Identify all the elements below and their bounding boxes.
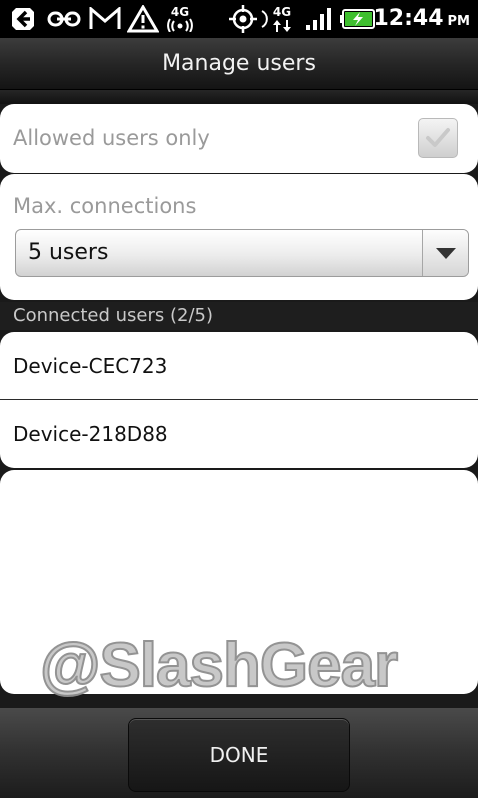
gmail-icon bbox=[88, 4, 122, 34]
connected-users-list: Device-CEC723 Device-218D88 bbox=[0, 332, 478, 468]
chevron-down-icon bbox=[435, 248, 456, 259]
allowed-users-checkbox[interactable] bbox=[418, 118, 458, 158]
network-label-hotspot: 4G bbox=[170, 5, 190, 19]
signal-icon bbox=[304, 4, 334, 34]
clock-time: 12:44 bbox=[373, 6, 444, 31]
battery-charging-icon bbox=[340, 4, 376, 34]
usb-debug-icon bbox=[8, 4, 38, 34]
alert-icon bbox=[126, 4, 160, 34]
done-button-label: DONE bbox=[209, 743, 269, 767]
device-name: Device-218D88 bbox=[13, 422, 168, 446]
clock-ampm: PM bbox=[447, 14, 470, 29]
max-connections-label: Max. connections bbox=[13, 194, 197, 218]
connected-users-header-label: Connected users (2/5) bbox=[13, 305, 214, 326]
status-bar: 4G 4G 12:44 PM bbox=[0, 0, 478, 38]
list-item[interactable]: Device-218D88 bbox=[0, 400, 478, 467]
dropdown-button[interactable] bbox=[422, 230, 468, 276]
max-connections-value: 5 users bbox=[28, 240, 109, 265]
wifi-hotspot-4g-icon: 4G bbox=[164, 4, 196, 34]
tether-icon bbox=[46, 4, 82, 34]
bottom-bar: DONE bbox=[0, 708, 478, 798]
max-connections-dropdown[interactable]: 5 users bbox=[15, 229, 469, 277]
allowed-users-label: Allowed users only bbox=[13, 126, 210, 150]
watermark: @SlashGear bbox=[39, 630, 399, 701]
allowed-users-row[interactable]: Allowed users only bbox=[0, 104, 478, 173]
network-label-data: 4G bbox=[272, 4, 292, 19]
max-connections-row: Max. connections 5 users bbox=[0, 174, 478, 300]
title-divider bbox=[0, 90, 478, 104]
list-item[interactable]: Device-CEC723 bbox=[0, 332, 478, 400]
gps-icon bbox=[226, 4, 260, 34]
done-button[interactable]: DONE bbox=[128, 718, 350, 792]
device-name: Device-CEC723 bbox=[13, 354, 168, 378]
title-bar: Manage users bbox=[0, 38, 478, 90]
page-title: Manage users bbox=[162, 51, 316, 76]
checkmark-icon bbox=[426, 128, 450, 147]
clock: 12:44 PM bbox=[374, 4, 471, 34]
data-activity-icon: 4G bbox=[266, 4, 298, 34]
connected-users-header: Connected users (2/5) bbox=[0, 302, 478, 330]
